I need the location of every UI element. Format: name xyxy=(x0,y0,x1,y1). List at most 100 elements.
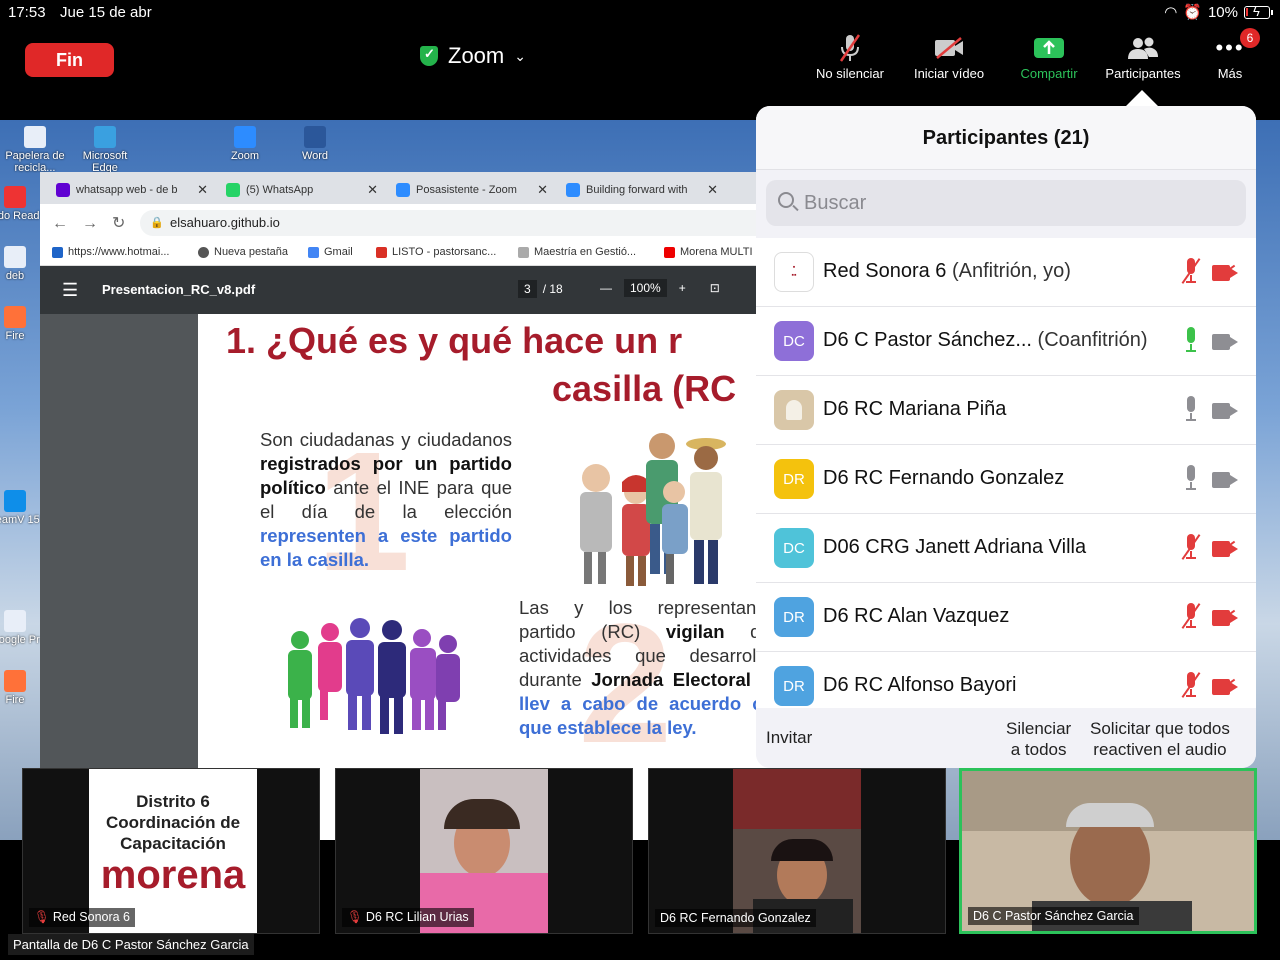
globe-icon xyxy=(198,246,209,258)
browser-tab[interactable]: whatsapp web - de b ✕ xyxy=(48,176,214,204)
video-icon[interactable] xyxy=(1212,472,1238,488)
bookmark-item[interactable]: LISTO - pastorsanc... xyxy=(376,246,496,258)
share-label: Compartir xyxy=(1020,66,1078,81)
zoom-level[interactable]: 100% xyxy=(624,279,667,297)
avatar: DC xyxy=(774,321,814,361)
gmail-icon xyxy=(376,246,387,258)
video-thumbnail-active-speaker[interactable]: D6 C Pastor Sánchez Garcia xyxy=(959,768,1257,934)
participants-button[interactable]: Participantes xyxy=(1093,30,1193,81)
pdf-page-input[interactable]: 3 xyxy=(518,280,537,298)
avatar: DR xyxy=(774,666,814,706)
avatar: DR xyxy=(774,459,814,499)
start-video-button[interactable]: Iniciar vídeo xyxy=(899,30,999,81)
participants-panel: Participantes (21) Buscar ▪ ▪▪ Red Sonora … xyxy=(756,106,1256,768)
mic-muted-icon[interactable] xyxy=(1181,672,1201,700)
nav-buttons-icon[interactable]: ←→↻ xyxy=(52,213,139,233)
share-button[interactable]: Compartir xyxy=(999,30,1099,81)
participant-row[interactable]: D6 RC Mariana Piña xyxy=(756,376,1256,445)
pdf-page-indicator: 3 / 18 xyxy=(518,280,563,298)
mic-muted-icon[interactable] xyxy=(1181,534,1201,562)
participants-list: ▪ ▪▪ Red Sonora 6 (Anfitrión, yo) DC D6 C Pa… xyxy=(756,238,1256,708)
zoom-in-button[interactable]: + xyxy=(679,281,686,295)
browser-tab-strip: whatsapp web - de b ✕ (5) WhatsApp ✕ Posas… xyxy=(40,172,800,204)
browser-tab[interactable]: Building forward with ✕ xyxy=(558,176,724,204)
video-icon[interactable] xyxy=(1212,334,1238,350)
zoom-icon xyxy=(396,183,410,197)
browser-tab[interactable]: (5) WhatsApp ✕ xyxy=(218,176,384,204)
video-thumbnail[interactable]: 🎙 D6 RC Lilian Urias xyxy=(335,768,633,934)
close-icon[interactable]: ✕ xyxy=(197,182,208,198)
battery-icon: ϟ xyxy=(1244,4,1273,19)
bookmark-item[interactable]: https://www.hotmai... xyxy=(52,246,169,258)
browser-tab[interactable]: Posasistente - Zoom ✕ xyxy=(388,176,554,204)
close-icon[interactable]: ✕ xyxy=(707,182,718,198)
more-button[interactable]: ••• Más xyxy=(1180,30,1280,81)
search-placeholder: Buscar xyxy=(804,192,867,214)
bookmark-item[interactable]: Morena MULTI xyxy=(664,246,753,258)
participants-footer: Invitar Silenciar a todos Solicitar que … xyxy=(756,708,1256,768)
menu-icon[interactable]: ☰ xyxy=(62,280,78,301)
mic-muted-icon[interactable] xyxy=(1181,258,1201,286)
more-label: Más xyxy=(1217,66,1243,81)
participant-row[interactable]: DR D6 RC Alfonso Bayori xyxy=(756,652,1256,708)
mic-icon[interactable] xyxy=(1184,465,1198,493)
people-group-illustration xyxy=(288,618,460,734)
unmute-button[interactable]: No silenciar xyxy=(800,30,900,81)
security-shield-icon xyxy=(420,46,438,66)
video-off-icon[interactable] xyxy=(1212,678,1238,696)
link-icon xyxy=(518,246,529,258)
close-icon[interactable]: ✕ xyxy=(537,182,548,198)
video-off-icon[interactable] xyxy=(1212,540,1238,558)
mic-icon[interactable] xyxy=(1184,396,1198,424)
close-icon[interactable]: ✕ xyxy=(367,182,378,198)
fit-page-icon[interactable]: ⊡ xyxy=(710,281,720,295)
screen-share-label: Pantalla de D6 C Pastor Sánchez Garcia xyxy=(8,934,254,955)
desktop-icon-recycle-bin: Papelera de recicla... xyxy=(0,126,70,174)
video-icon[interactable] xyxy=(1212,403,1238,419)
participant-row[interactable]: DR D6 RC Alan Vazquez xyxy=(756,583,1256,652)
participant-row[interactable]: DC D6 C Pastor Sánchez... (Coanfitrión) xyxy=(756,307,1256,376)
participant-row[interactable]: DC D06 CRG Janett Adriana Villa xyxy=(756,514,1256,583)
bookmark-item[interactable]: Nueva pestaña xyxy=(198,246,288,258)
ios-status-bar: 17:53 Jue 15 de abr ◠ ⏰ 10% ϟ xyxy=(0,0,1280,24)
participant-name: D6 RC Alfonso Bayori xyxy=(823,674,1017,696)
zoom-out-button[interactable]: — xyxy=(600,281,612,295)
mic-muted-icon: 🎙 xyxy=(34,910,50,924)
video-off-icon[interactable] xyxy=(1212,264,1238,282)
participant-name: Red Sonora 6 (Anfitrión, yo) xyxy=(823,260,1071,282)
participant-row[interactable]: ▪ ▪▪ Red Sonora 6 (Anfitrión, yo) xyxy=(756,238,1256,307)
whatsapp-icon xyxy=(226,183,240,197)
video-off-icon[interactable] xyxy=(1212,609,1238,627)
bookmarks-bar: https://www.hotmai... Nueva pestaña Gmai… xyxy=(40,240,800,266)
url-field[interactable]: elsahuaro.github.io xyxy=(140,210,800,236)
start-video-label: Iniciar vídeo xyxy=(913,66,985,81)
pdf-toolbar: ☰ Presentacion_RC_v8.pdf 3 / 18 — 100% +… xyxy=(40,266,800,314)
zoom-meeting-screen: 17:53 Jue 15 de abr ◠ ⏰ 10% ϟ Fin Zoom ⌄… xyxy=(0,0,1280,960)
mute-all-button[interactable]: Silenciar a todos xyxy=(1006,718,1071,760)
youtube-icon xyxy=(664,246,675,258)
slide-title-line2: casilla (RC xyxy=(552,368,737,409)
mic-icon[interactable] xyxy=(1184,327,1198,355)
participants-search-input[interactable]: Buscar xyxy=(766,180,1246,226)
bookmark-item[interactable]: Maestría en Gestió... xyxy=(518,246,636,258)
browser-window: whatsapp web - de b ✕ (5) WhatsApp ✕ Posas… xyxy=(40,172,800,840)
invite-button[interactable]: Invitar xyxy=(766,728,812,748)
mic-muted-icon[interactable] xyxy=(1181,603,1201,631)
slide-paragraph-1: Son ciudadanas y ciudadanos registrados … xyxy=(260,429,512,570)
desktop-icon-zoom: Zoom xyxy=(210,126,280,162)
end-meeting-button[interactable]: Fin xyxy=(25,43,114,77)
outlook-icon xyxy=(52,246,63,258)
bookmark-item[interactable]: Gmail xyxy=(308,246,353,258)
video-thumbnail[interactable]: Distrito 6 Coordinación de Capacitación … xyxy=(22,768,320,934)
pdf-zoom-controls: — 100% + ⊡ xyxy=(600,279,720,297)
participant-row[interactable]: DR D6 RC Fernando Gonzalez xyxy=(756,445,1256,514)
video-thumbnail[interactable]: D6 RC Fernando Gonzalez xyxy=(648,768,946,934)
pdf-slide: 1. ¿Qué es y qué hace un r casilla (RC 1… xyxy=(198,314,798,840)
avatar: ▪ ▪▪ xyxy=(774,252,814,292)
ask-all-unmute-button[interactable]: Solicitar que todos reactiven el audio xyxy=(1090,718,1230,760)
thumbnail-name-label: 🎙 D6 RC Lilian Urias xyxy=(342,908,474,927)
meeting-title-dropdown[interactable]: Zoom ⌄ xyxy=(420,40,526,72)
desktop-icon-word: Word xyxy=(280,126,350,162)
video-thumbnails-strip: Distrito 6 Coordinación de Capacitación … xyxy=(0,768,1280,938)
meeting-title: Zoom xyxy=(448,43,505,68)
